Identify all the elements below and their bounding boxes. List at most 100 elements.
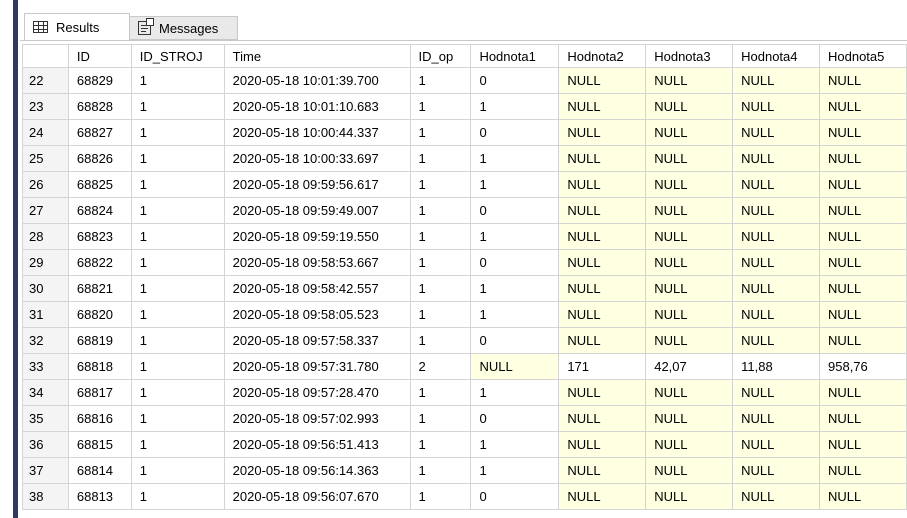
row-number-cell[interactable]: 25 [22, 145, 69, 172]
grid-cell[interactable]: 68822 [67, 249, 132, 276]
grid-cell[interactable]: 0 [470, 327, 560, 354]
grid-cell[interactable]: 68823 [67, 223, 132, 250]
grid-cell[interactable]: 0 [470, 67, 560, 94]
grid-cell[interactable]: 1 [130, 353, 225, 380]
grid-cell[interactable]: NULL [645, 93, 734, 120]
grid-cell[interactable]: NULL [558, 197, 647, 224]
row-number-cell[interactable]: 29 [22, 249, 69, 276]
grid-cell[interactable]: 1 [409, 223, 472, 250]
column-header-id-stroj[interactable]: ID_STROJ [130, 44, 225, 68]
grid-cell[interactable]: 68814 [67, 457, 132, 484]
grid-cell[interactable]: 68820 [67, 301, 132, 328]
grid-cell[interactable]: 1 [130, 197, 225, 224]
grid-cell[interactable]: NULL [819, 67, 907, 94]
column-header-id-op[interactable]: ID_op [409, 44, 472, 68]
grid-cell[interactable]: NULL [819, 197, 907, 224]
grid-cell[interactable]: NULL [558, 171, 647, 198]
grid-cell[interactable]: 0 [470, 119, 560, 146]
grid-cell[interactable]: 2020-05-18 09:57:02.993 [223, 405, 411, 432]
grid-cell[interactable]: NULL [732, 301, 820, 328]
grid-cell[interactable]: 2020-05-18 10:00:44.337 [223, 119, 411, 146]
table-row[interactable]: 37 68814 1 2020-05-18 09:56:14.363 1 1 NULL NUL… [22, 457, 907, 484]
grid-cell[interactable]: NULL [732, 327, 820, 354]
grid-cell[interactable]: NULL [558, 405, 647, 432]
table-row[interactable]: 26 68825 1 2020-05-18 09:59:56.617 1 1 NULL NUL… [22, 171, 907, 198]
grid-cell[interactable]: 1 [130, 327, 225, 354]
grid-cell[interactable]: 0 [470, 249, 560, 276]
grid-cell[interactable]: 2020-05-18 09:59:19.550 [223, 223, 411, 250]
table-row[interactable]: 36 68815 1 2020-05-18 09:56:51.413 1 1 NULL NUL… [22, 431, 907, 458]
grid-cell[interactable]: 1 [130, 145, 225, 172]
grid-cell[interactable]: NULL [558, 275, 647, 302]
grid-cell[interactable]: 2020-05-18 09:59:56.617 [223, 171, 411, 198]
row-number-cell[interactable]: 22 [22, 67, 69, 94]
grid-cell[interactable]: NULL [819, 171, 907, 198]
grid-cell[interactable]: NULL [645, 457, 734, 484]
grid-cell[interactable]: 1 [470, 223, 560, 250]
grid-cell[interactable]: NULL [732, 405, 820, 432]
grid-cell[interactable]: 1 [130, 275, 225, 302]
grid-cell[interactable]: 1 [130, 249, 225, 276]
grid-cell[interactable]: NULL [732, 483, 820, 510]
grid-cell[interactable]: NULL [470, 353, 560, 380]
grid-cell[interactable]: 1 [409, 275, 472, 302]
grid-corner-cell[interactable] [22, 44, 69, 68]
grid-cell[interactable]: 1 [470, 431, 560, 458]
grid-cell[interactable]: 68821 [67, 275, 132, 302]
table-row[interactable]: 35 68816 1 2020-05-18 09:57:02.993 1 0 NULL NUL… [22, 405, 907, 432]
grid-cell[interactable]: 2020-05-18 09:58:42.557 [223, 275, 411, 302]
grid-cell[interactable]: 68818 [67, 353, 132, 380]
grid-cell[interactable]: 68819 [67, 327, 132, 354]
grid-cell[interactable]: 1 [130, 93, 225, 120]
grid-cell[interactable]: 958,76 [819, 353, 907, 380]
grid-cell[interactable]: 0 [470, 405, 560, 432]
grid-cell[interactable]: 11,88 [732, 353, 820, 380]
grid-cell[interactable]: 68813 [67, 483, 132, 510]
grid-cell[interactable]: 1 [470, 379, 560, 406]
column-header-id[interactable]: ID [67, 44, 132, 68]
grid-cell[interactable]: 68826 [67, 145, 132, 172]
grid-cell[interactable]: 1 [409, 249, 472, 276]
grid-cell[interactable]: 1 [409, 145, 472, 172]
grid-cell[interactable]: 68825 [67, 171, 132, 198]
grid-cell[interactable]: NULL [558, 431, 647, 458]
table-row[interactable]: 23 68828 1 2020-05-18 10:01:10.683 1 1 NULL NUL… [22, 93, 907, 120]
table-row[interactable]: 22 68829 1 2020-05-18 10:01:39.700 1 0 NULL NUL… [22, 67, 907, 94]
grid-cell[interactable]: 2020-05-18 10:01:10.683 [223, 93, 411, 120]
grid-cell[interactable]: NULL [732, 197, 820, 224]
grid-cell[interactable]: NULL [732, 67, 820, 94]
grid-cell[interactable]: NULL [558, 67, 647, 94]
grid-cell[interactable]: NULL [819, 457, 907, 484]
grid-cell[interactable]: 68827 [67, 119, 132, 146]
grid-cell[interactable]: 1 [409, 93, 472, 120]
grid-cell[interactable]: NULL [558, 483, 647, 510]
table-row[interactable]: 31 68820 1 2020-05-18 09:58:05.523 1 1 NULL NUL… [22, 301, 907, 328]
row-number-cell[interactable]: 30 [22, 275, 69, 302]
grid-cell[interactable]: NULL [558, 327, 647, 354]
grid-cell[interactable]: NULL [819, 145, 907, 172]
row-number-cell[interactable]: 37 [22, 457, 69, 484]
grid-cell[interactable]: 2020-05-18 10:01:39.700 [223, 67, 411, 94]
grid-cell[interactable]: NULL [558, 379, 647, 406]
grid-cell[interactable]: NULL [819, 483, 907, 510]
table-row[interactable]: 30 68821 1 2020-05-18 09:58:42.557 1 1 NULL NUL… [22, 275, 907, 302]
grid-cell[interactable]: NULL [732, 145, 820, 172]
grid-cell[interactable]: NULL [645, 223, 734, 250]
grid-cell[interactable]: NULL [558, 119, 647, 146]
grid-cell[interactable]: 2020-05-18 09:56:51.413 [223, 431, 411, 458]
grid-cell[interactable]: 2020-05-18 09:57:31.780 [223, 353, 411, 380]
grid-cell[interactable]: NULL [645, 405, 734, 432]
grid-cell[interactable]: NULL [732, 93, 820, 120]
grid-cell[interactable]: 1 [470, 275, 560, 302]
grid-cell[interactable]: 1 [130, 301, 225, 328]
grid-cell[interactable]: 1 [409, 327, 472, 354]
grid-cell[interactable]: 2020-05-18 10:00:33.697 [223, 145, 411, 172]
grid-cell[interactable]: 1 [130, 171, 225, 198]
grid-cell[interactable]: NULL [732, 275, 820, 302]
grid-cell[interactable]: 68828 [67, 93, 132, 120]
table-row[interactable]: 34 68817 1 2020-05-18 09:57:28.470 1 1 NULL NUL… [22, 379, 907, 406]
grid-cell[interactable]: NULL [558, 145, 647, 172]
grid-cell[interactable]: 68817 [67, 379, 132, 406]
column-header-hodnota1[interactable]: Hodnota1 [470, 44, 560, 68]
grid-cell[interactable]: NULL [732, 379, 820, 406]
